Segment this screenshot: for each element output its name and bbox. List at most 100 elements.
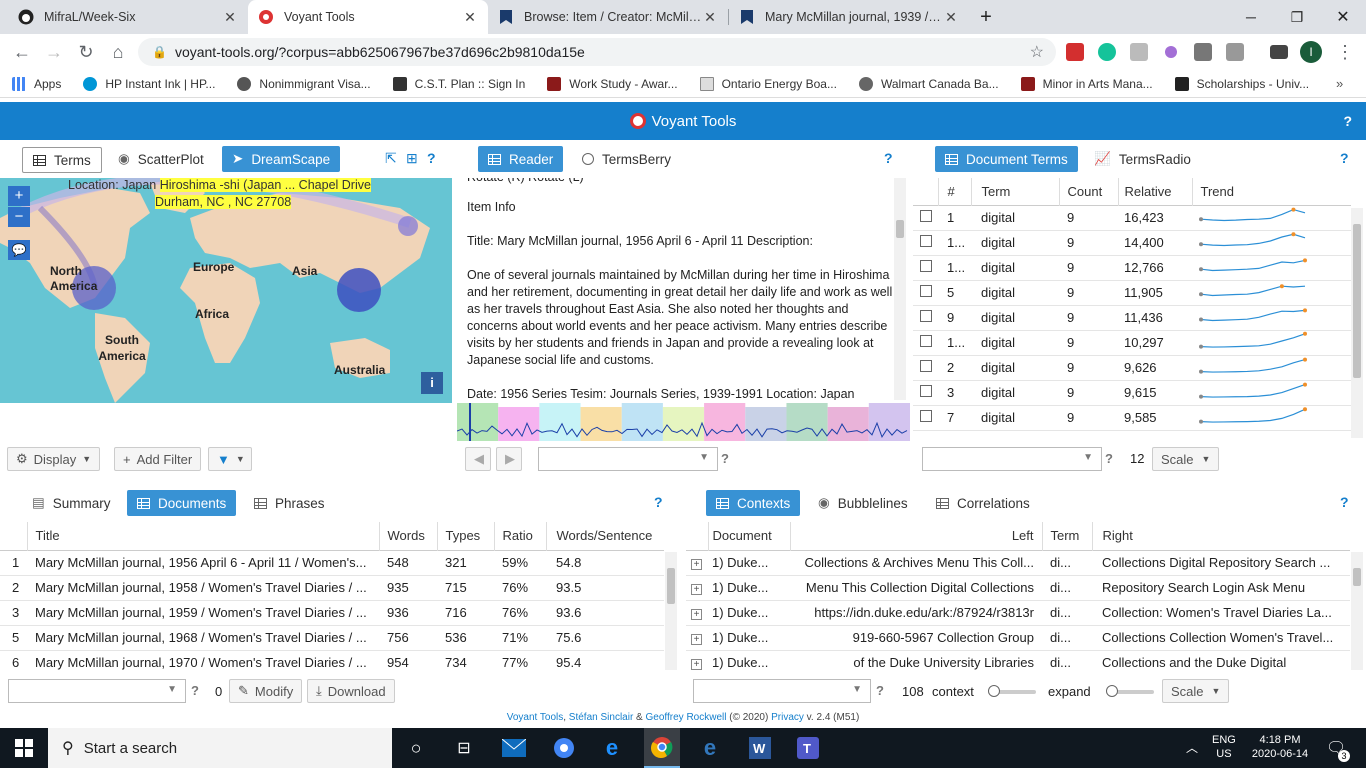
- expand-row-icon[interactable]: +: [686, 650, 708, 672]
- filter-menu-button[interactable]: ▼ ▼: [208, 447, 252, 471]
- language-indicator[interactable]: ENG US: [1212, 733, 1236, 761]
- row-checkbox[interactable]: [913, 380, 938, 405]
- scale-menu-button[interactable]: Scale ▼: [1162, 679, 1230, 703]
- table-row[interactable]: 5 digital 9 11,905: [913, 280, 1351, 305]
- extension-gray-icon[interactable]: [1130, 43, 1148, 61]
- bookmark-ontario-energy[interactable]: Ontario Energy Boa...: [699, 76, 837, 91]
- row-checkbox[interactable]: [913, 230, 938, 255]
- reload-button[interactable]: ↻: [74, 40, 98, 64]
- table-row[interactable]: 1 digital 9 16,423: [913, 205, 1351, 230]
- column-relative[interactable]: Relative: [1118, 178, 1193, 205]
- help-icon[interactable]: ?: [884, 150, 893, 166]
- browser-tab-browse-item[interactable]: Browse: Item / Creator: McMillan, Mary ✕: [488, 0, 728, 34]
- word-icon[interactable]: W: [746, 734, 774, 762]
- close-tab-icon[interactable]: ✕: [222, 9, 238, 26]
- documents-scrollbar[interactable]: [665, 552, 677, 670]
- minimize-window-button[interactable]: ─: [1228, 4, 1274, 30]
- tab-phrases[interactable]: Phrases: [244, 490, 335, 516]
- zoom-in-button[interactable]: +: [8, 186, 30, 206]
- help-icon[interactable]: ?: [191, 683, 199, 698]
- column-left[interactable]: Left: [790, 522, 1043, 550]
- internet-explorer-icon[interactable]: e: [598, 734, 626, 762]
- reader-scrollbar[interactable]: [894, 178, 906, 400]
- help-icon[interactable]: ?: [721, 451, 729, 466]
- table-row[interactable]: 1... digital 9 12,766: [913, 255, 1351, 280]
- column-words[interactable]: Words: [379, 522, 438, 550]
- extension-dark-icon[interactable]: [1194, 43, 1212, 61]
- mail-icon[interactable]: [500, 734, 528, 762]
- browser-tab-voyant[interactable]: Voyant Tools ✕: [248, 0, 488, 34]
- row-checkbox[interactable]: [913, 205, 938, 230]
- help-icon[interactable]: ?: [1105, 451, 1113, 466]
- bookmark-hp[interactable]: HP Instant Ink | HP...: [83, 76, 215, 91]
- slider-knob[interactable]: [1106, 685, 1118, 697]
- table-row[interactable]: +1) Duke... https://idn.duke.edu/ark:/879…: [686, 600, 1350, 625]
- taskbar-clock[interactable]: 4:18 PM 2020-06-14: [1248, 733, 1312, 761]
- previous-button[interactable]: ◀: [465, 447, 491, 471]
- taskbar-search-box[interactable]: ⚲ Start a search: [48, 728, 392, 768]
- edge-icon[interactable]: e: [696, 734, 724, 762]
- teams-icon[interactable]: T: [794, 734, 822, 762]
- expand-slider[interactable]: [1106, 685, 1154, 697]
- tab-reader[interactable]: Reader: [478, 146, 564, 172]
- contexts-scrollbar[interactable]: [1351, 552, 1363, 670]
- info-button[interactable]: i: [421, 372, 443, 394]
- help-icon[interactable]: ?: [1343, 113, 1352, 129]
- windows-icon[interactable]: ⊞: [406, 150, 418, 167]
- home-button[interactable]: ⌂: [106, 40, 130, 64]
- term-search-select[interactable]: ▼: [922, 447, 1102, 471]
- close-tab-icon[interactable]: ✕: [462, 9, 478, 26]
- column-ratio[interactable]: Ratio: [494, 522, 547, 550]
- tab-termsberry[interactable]: TermsBerry: [572, 146, 681, 172]
- windows-start-icon[interactable]: [10, 734, 38, 762]
- bookmark-apps[interactable]: Apps: [12, 76, 61, 91]
- context-slider[interactable]: [988, 685, 1036, 697]
- row-checkbox[interactable]: [913, 305, 938, 330]
- tab-scatterplot[interactable]: ◉ ScatterPlot: [108, 146, 214, 172]
- table-row[interactable]: 2 Mary McMillan journal, 1958 / Women's T…: [0, 575, 664, 600]
- expand-row-icon[interactable]: +: [686, 600, 708, 625]
- table-row[interactable]: +1) Duke... Menu This Collection Digital …: [686, 575, 1350, 600]
- expand-row-icon[interactable]: +: [686, 550, 708, 575]
- close-tab-icon[interactable]: ✕: [943, 9, 959, 26]
- help-icon[interactable]: ?: [876, 683, 884, 698]
- tab-summary[interactable]: ▤ Summary: [22, 490, 121, 516]
- tab-dreamscape[interactable]: ➤ DreamScape: [222, 146, 341, 172]
- tab-correlations[interactable]: Correlations: [926, 490, 1040, 516]
- zoom-out-button[interactable]: −: [8, 207, 30, 227]
- column-trend[interactable]: Trend: [1192, 178, 1351, 205]
- terms-scrollbar[interactable]: [1351, 208, 1363, 438]
- cortana-icon[interactable]: ○: [402, 734, 430, 762]
- restore-window-button[interactable]: ❐: [1274, 4, 1320, 30]
- back-button[interactable]: ←: [10, 40, 34, 64]
- browser-menu-icon[interactable]: ⋮: [1336, 42, 1354, 63]
- chrome-app-icon[interactable]: [550, 734, 578, 762]
- row-checkbox[interactable]: [913, 355, 938, 380]
- reader-timeline[interactable]: [457, 403, 910, 441]
- tab-documents[interactable]: Documents: [127, 490, 237, 516]
- row-checkbox[interactable]: [913, 255, 938, 280]
- task-view-icon[interactable]: ⊟: [450, 734, 478, 762]
- column-right[interactable]: Right: [1092, 522, 1350, 550]
- voyant-link[interactable]: Voyant Tools: [507, 712, 564, 723]
- close-tab-icon[interactable]: ✕: [702, 9, 718, 26]
- forward-button[interactable]: →: [42, 40, 66, 64]
- add-filter-button[interactable]: + Add Filter: [114, 447, 202, 471]
- reading-list-icon[interactable]: [1270, 45, 1288, 59]
- column-count[interactable]: Count: [1059, 178, 1119, 205]
- system-tray-chevron-icon[interactable]: ︿: [1186, 739, 1198, 756]
- expand-row-icon[interactable]: +: [686, 575, 708, 600]
- table-row[interactable]: 1... digital 9 10,297: [913, 330, 1351, 355]
- modify-button[interactable]: ✎ Modify: [229, 679, 303, 703]
- table-row[interactable]: 6 Mary McMillan journal, 1970 / Women's T…: [0, 650, 664, 672]
- row-checkbox[interactable]: [913, 280, 938, 305]
- document-select[interactable]: ▼: [538, 447, 718, 471]
- bookmark-scholarships[interactable]: Scholarships - Univ...: [1174, 76, 1309, 91]
- profile-avatar[interactable]: I: [1300, 41, 1322, 63]
- tab-document-terms[interactable]: Document Terms: [935, 146, 1078, 172]
- row-checkbox[interactable]: [913, 405, 938, 430]
- close-window-button[interactable]: ✕: [1320, 4, 1366, 30]
- star-bookmark-icon[interactable]: ☆: [1030, 42, 1044, 62]
- column-document[interactable]: Document: [708, 522, 791, 550]
- column-title[interactable]: Title: [27, 522, 380, 550]
